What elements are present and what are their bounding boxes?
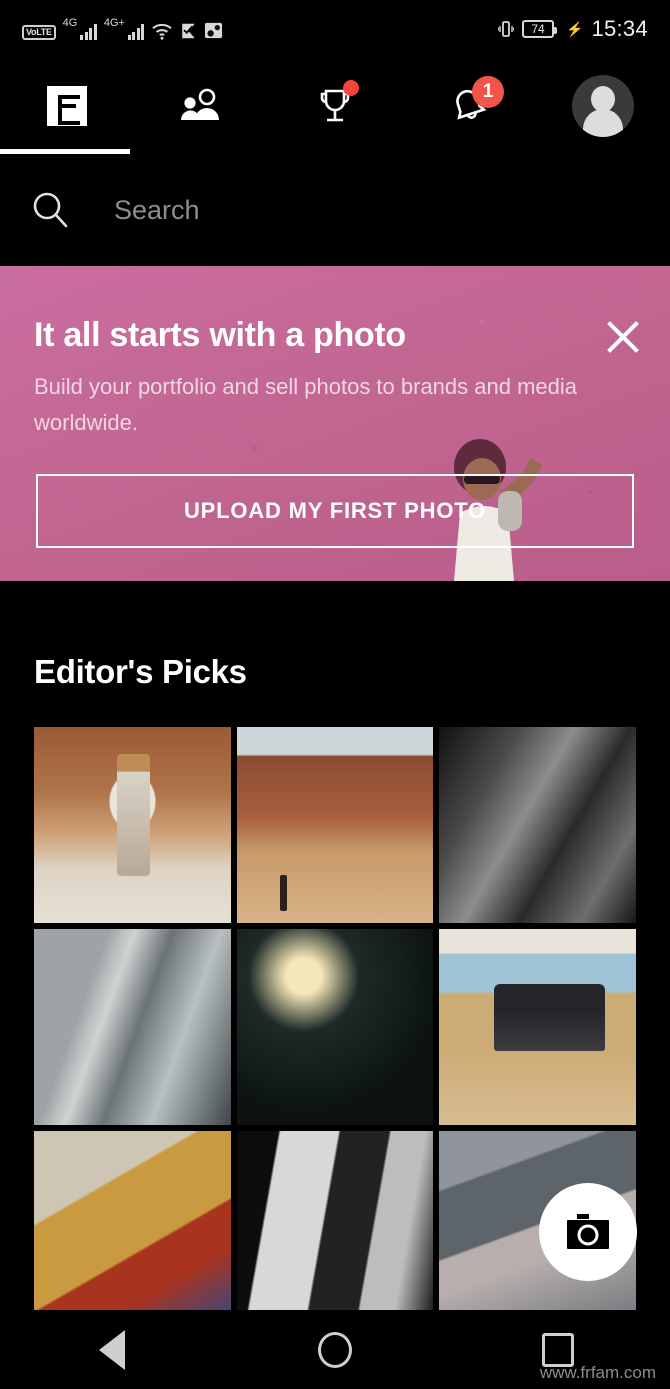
home-button[interactable] — [275, 1310, 395, 1389]
promo-title: It all starts with a photo — [34, 316, 406, 354]
charging-bolt-icon: ⚡ — [566, 20, 584, 37]
photo-tile[interactable] — [439, 727, 636, 923]
battery-icon: 74 — [522, 20, 557, 38]
search-bar[interactable] — [0, 154, 670, 266]
watermark: www.frfam.com — [539, 1363, 656, 1382]
camera-fab-button[interactable] — [539, 1183, 637, 1281]
promo-subtitle: Build your portfolio and sell photos to … — [34, 374, 578, 436]
clock-label: 15:34 — [591, 16, 648, 41]
photo-tile[interactable] — [34, 727, 231, 923]
status-bar-left: VoLTE 4G 4G+ — [22, 18, 498, 40]
wifi-icon — [152, 23, 173, 40]
photo-tile[interactable] — [236, 929, 434, 1125]
recents-square-icon — [542, 1332, 575, 1367]
trophy-dot-badge — [343, 80, 359, 96]
status-bar-right: 74 ⚡ 15:34 — [498, 16, 648, 42]
close-icon[interactable] — [600, 314, 646, 360]
tab-missions[interactable] — [268, 58, 402, 154]
tab-profile[interactable] — [536, 58, 670, 154]
signal-bars — [80, 23, 97, 40]
dual-dots-icon — [205, 22, 223, 39]
promo-text-block: It all starts with a photo Build your po… — [0, 266, 670, 442]
editors-picks-heading: Editor's Picks — [34, 653, 247, 690]
home-circle-icon — [317, 1331, 352, 1368]
vibrate-icon — [498, 21, 514, 37]
photo-tile[interactable] — [34, 929, 231, 1125]
signal-4g-plus-icon: 4G+ — [104, 18, 145, 40]
upload-first-photo-button[interactable]: UPLOAD MY FIRST PHOTO — [36, 474, 634, 548]
photo-tile[interactable] — [34, 1131, 231, 1327]
signal-4g-plus-label: 4G+ — [103, 17, 125, 29]
back-triangle-icon — [98, 1329, 125, 1370]
promo-banner: It all starts with a photo Build your po… — [0, 266, 670, 581]
eyeem-logo-icon — [47, 86, 87, 126]
signal-4g-icon: 4G — [63, 18, 97, 40]
avatar — [572, 75, 634, 137]
back-button[interactable] — [52, 1310, 172, 1389]
flag-check-icon — [182, 23, 196, 39]
top-tab-bar: 1 — [0, 58, 670, 154]
status-bar: VoLTE 4G 4G+ 74 ⚡ 15:34 — [0, 0, 670, 58]
photo-tile[interactable] — [439, 929, 636, 1125]
search-input[interactable] — [114, 194, 640, 226]
tab-home[interactable] — [0, 58, 134, 154]
tab-friends[interactable] — [134, 58, 268, 154]
tab-notifications[interactable]: 1 — [402, 58, 536, 154]
photo-tile[interactable] — [236, 1131, 434, 1327]
camera-icon — [567, 1214, 609, 1249]
volte-badge-icon: VoLTE — [22, 25, 56, 40]
tab-active-indicator — [0, 149, 130, 154]
people-icon — [181, 88, 219, 120]
notification-badge: 1 — [472, 76, 504, 108]
signal-4g-label: 4G — [62, 17, 78, 29]
signal-bars — [127, 23, 145, 40]
phone-screen: VoLTE 4G 4G+ 74 ⚡ 15:34 1 Search It all … — [0, 0, 670, 1389]
search-icon — [33, 192, 68, 228]
photo-tile[interactable] — [236, 727, 434, 923]
